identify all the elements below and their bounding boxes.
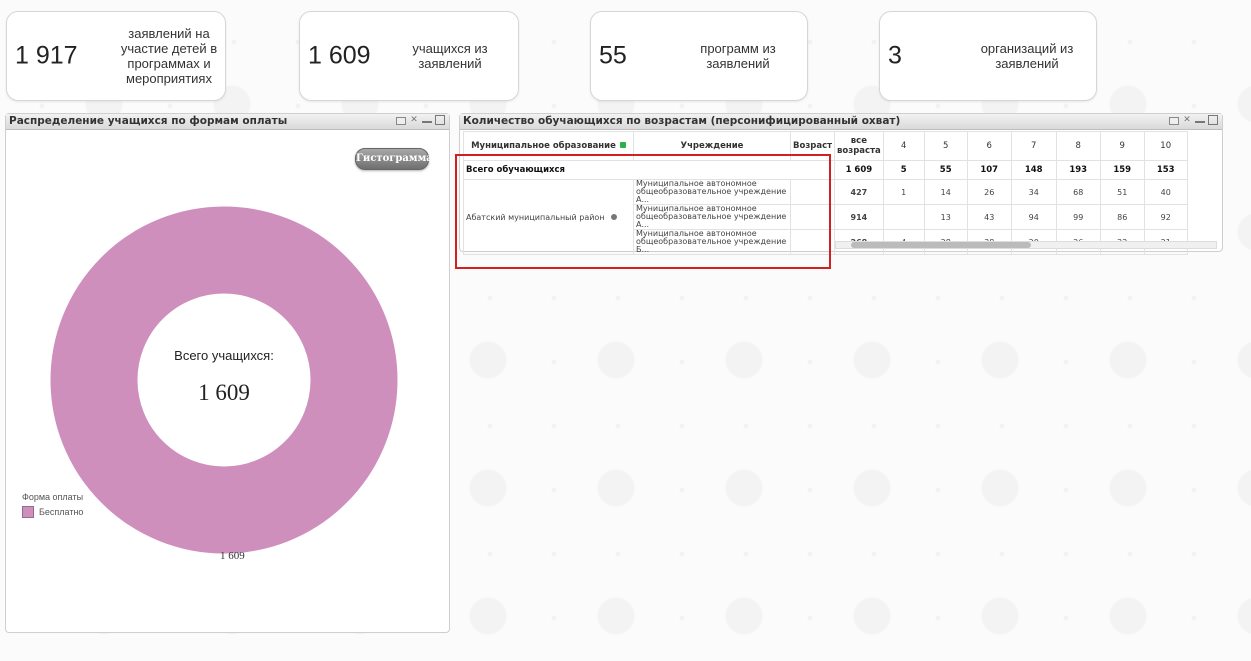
panel-title: Распределение учащихся по формам оплаты: [9, 115, 288, 127]
chart-legend: Форма оплаты Бесплатно: [22, 492, 83, 518]
total-cell: 55: [923, 160, 968, 180]
col-header-age-value[interactable]: 4: [882, 131, 925, 161]
kpi-value: 3: [888, 41, 902, 70]
col-header-age-value[interactable]: 5: [923, 131, 968, 161]
donut-chart: Всего учащихся: 1 609: [50, 206, 398, 554]
clear-filter-icon[interactable]: ✕: [1182, 115, 1192, 125]
value-cell: 14: [923, 179, 968, 205]
donut-center-label: Всего учащихся:: [174, 348, 274, 363]
col-header-age-value[interactable]: 6: [966, 131, 1012, 161]
histogram-button[interactable]: Гистограмма: [355, 148, 433, 170]
total-cell: 153: [1143, 160, 1188, 180]
kpi-label: учащихся из заявлений: [412, 41, 488, 71]
value-cell: 43: [966, 204, 1012, 230]
legend-label: Бесплатно: [39, 507, 84, 517]
kpi-card-students: 1 609 учащихся из заявлений: [299, 11, 519, 101]
value-cell: 51: [1099, 179, 1145, 205]
col-header-age-value[interactable]: 9: [1099, 131, 1145, 161]
panel-controls: ✕: [1169, 115, 1218, 125]
value-cell: 13: [923, 204, 968, 230]
slice-data-label: 1 609: [220, 550, 245, 562]
panel-header: Количество обучающихся по возрастам (пер…: [460, 114, 1222, 130]
kpi-card-programs: 55 программ из заявлений: [590, 11, 808, 101]
highlight-frame: [455, 154, 831, 269]
total-cell: 107: [966, 160, 1012, 180]
legend-item[interactable]: Бесплатно: [22, 506, 83, 518]
total-cell: 148: [1010, 160, 1057, 180]
value-cell: [882, 204, 925, 230]
value-cell: 68: [1055, 179, 1101, 205]
maximize-icon[interactable]: [435, 115, 445, 125]
payment-form-panel: Распределение учащихся по формам оплаты …: [5, 113, 450, 633]
kpi-value: 55: [599, 41, 627, 70]
kpi-value: 1 917: [15, 41, 78, 70]
col-header-all-ages[interactable]: все возраста: [834, 131, 884, 161]
kpi-card-organizations: 3 организаций из заявлений: [879, 11, 1097, 101]
value-cell: 26: [966, 179, 1012, 205]
kpi-label: программ из заявлений: [700, 41, 776, 71]
scrollbar-thumb[interactable]: [851, 242, 1031, 248]
print-icon[interactable]: [1169, 117, 1179, 125]
value-cell: 86: [1099, 204, 1145, 230]
value-cell: 94: [1010, 204, 1057, 230]
minimize-icon[interactable]: [422, 115, 432, 123]
row-total-cell: 914: [834, 204, 884, 230]
clear-filter-icon[interactable]: ✕: [409, 115, 419, 125]
value-cell: 92: [1143, 204, 1188, 230]
kpi-label: заявлений на участие детей в программах …: [120, 26, 218, 86]
panel-title: Количество обучающихся по возрастам (пер…: [463, 115, 901, 127]
filter-active-icon: [619, 142, 626, 148]
total-cell: 1 609: [834, 160, 884, 180]
col-header-age-value[interactable]: 7: [1010, 131, 1057, 161]
value-cell: 99: [1055, 204, 1101, 230]
panel-controls: ✕: [396, 115, 445, 125]
legend-swatch: [22, 506, 34, 518]
minimize-icon[interactable]: [1195, 115, 1205, 123]
horizontal-scrollbar[interactable]: [835, 241, 1217, 249]
value-cell: 1: [882, 179, 925, 205]
total-cell: 193: [1055, 160, 1101, 180]
value-cell: 40: [1143, 179, 1188, 205]
panel-header: Распределение учащихся по формам оплаты …: [6, 114, 449, 130]
col-header-age-value[interactable]: 8: [1055, 131, 1101, 161]
legend-title: Форма оплаты: [22, 492, 84, 502]
col-header-age-value[interactable]: 10: [1143, 131, 1188, 161]
row-total-cell: 427: [834, 179, 884, 205]
kpi-card-applications: 1 917 заявлений на участие детей в прогр…: [6, 11, 226, 101]
maximize-icon[interactable]: [1208, 115, 1218, 125]
print-icon[interactable]: [396, 117, 406, 125]
donut-center-value: 1 609: [198, 380, 250, 405]
total-cell: 5: [882, 160, 925, 180]
value-cell: 34: [1010, 179, 1057, 205]
kpi-label: организаций из заявлений: [980, 41, 1074, 71]
total-cell: 159: [1099, 160, 1145, 180]
kpi-value: 1 609: [308, 41, 371, 70]
